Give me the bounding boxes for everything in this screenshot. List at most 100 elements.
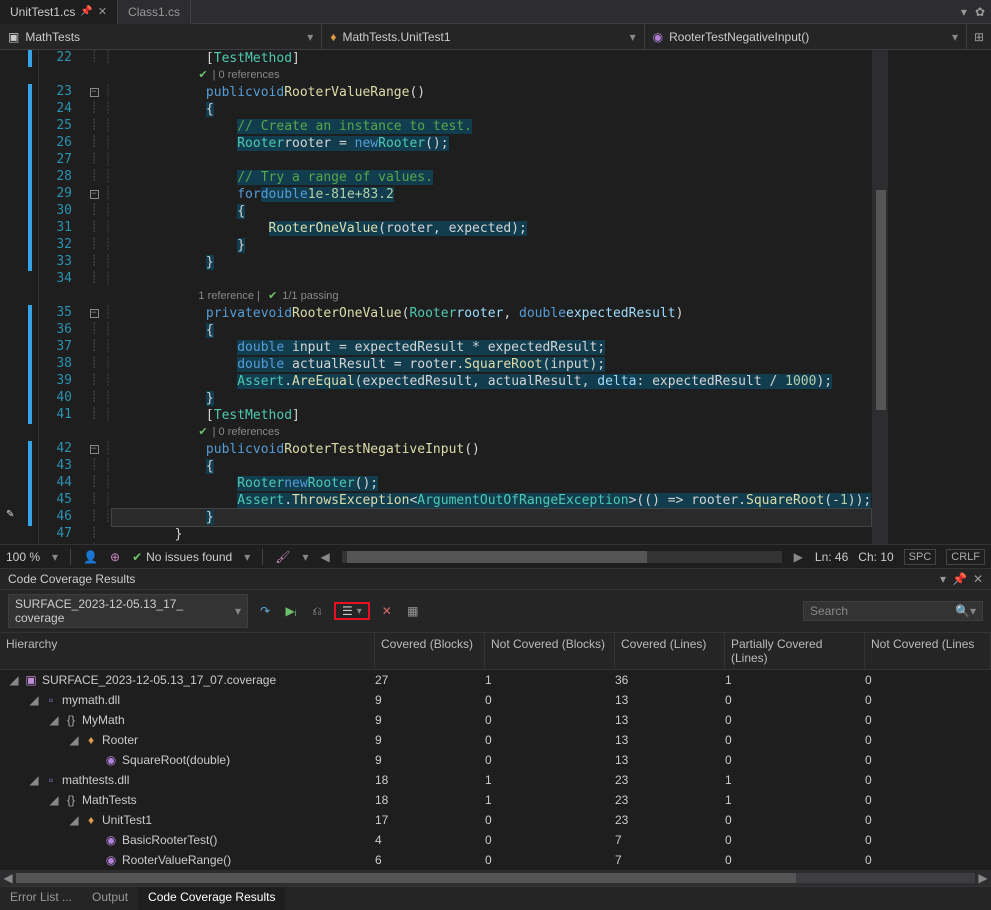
nav-bar: ▣ MathTests ▾ ♦ MathTests.UnitTest1 ▾ ◉ … (0, 24, 991, 50)
cell: 23 (615, 793, 725, 807)
table-row[interactable]: ◢▫mathtests.dll1812310 (0, 770, 991, 790)
row-name: mymath.dll (62, 693, 120, 707)
cell: 0 (485, 713, 615, 727)
split-icon[interactable]: ⊞ (967, 24, 991, 49)
cell: 1 (725, 673, 865, 687)
table-row[interactable]: ◉SquareRoot(double)901300 (0, 750, 991, 770)
cell: 18 (375, 773, 485, 787)
nav-method-dd[interactable]: ◉ RooterTestNegativeInput() ▾ (645, 24, 967, 49)
nav-class-dd[interactable]: ♦ MathTests.UnitTest1 ▾ (322, 24, 644, 49)
col-not-covered-lines[interactable]: Not Covered (Lines (865, 633, 991, 669)
cell: 6 (375, 853, 485, 867)
brush-icon[interactable]: 🖌 (275, 550, 290, 564)
row-name: SURFACE_2023-12-05.13_17_07.coverage (42, 673, 276, 687)
highlighted-toolbar-button[interactable]: ☰ ▾ (334, 602, 370, 620)
expand-icon[interactable]: ◢ (48, 793, 60, 807)
expand-icon[interactable]: ◢ (8, 673, 20, 687)
pin-icon[interactable]: 📌 (952, 572, 967, 586)
tab-label: UnitTest1.cs (10, 5, 75, 19)
export-icon[interactable]: ▶ᵢ (282, 602, 300, 620)
char-indicator[interactable]: Ch: 10 (858, 550, 893, 564)
tab-class1[interactable]: Class1.cs (118, 0, 191, 24)
nav-project-label: MathTests (25, 30, 80, 44)
bottom-tabs: Error List ... Output Code Coverage Resu… (0, 886, 991, 910)
table-row[interactable]: ◉RooterValueRange()60700 (0, 850, 991, 870)
cell: 0 (865, 673, 991, 687)
tab-code-coverage[interactable]: Code Coverage Results (138, 887, 285, 910)
tab-label: Class1.cs (128, 5, 180, 19)
cell: 0 (725, 813, 865, 827)
spaces-indicator[interactable]: SPC (904, 549, 937, 565)
line-indicator[interactable]: Ln: 46 (815, 550, 848, 564)
delete-icon[interactable]: ✕ (378, 602, 396, 620)
col-covered-lines[interactable]: Covered (Lines) (615, 633, 725, 669)
table-row[interactable]: ◢▫mymath.dll901300 (0, 690, 991, 710)
panel-scrollbar[interactable]: ◀ ▶ (0, 870, 991, 886)
col-not-covered-blocks[interactable]: Not Covered (Blocks) (485, 633, 615, 669)
cell: 1 (485, 673, 615, 687)
expand-icon[interactable]: ◢ (68, 813, 80, 827)
arrow-left-icon[interactable]: ◀ (321, 550, 330, 564)
crlf-indicator[interactable]: CRLF (946, 549, 985, 565)
table-row[interactable]: ◢♦Rooter901300 (0, 730, 991, 750)
health-icon[interactable]: ⊕ (110, 550, 120, 564)
cell: 7 (615, 853, 725, 867)
cell: 9 (375, 733, 485, 747)
no-issues[interactable]: ✔No issues found (132, 550, 232, 564)
close-icon[interactable]: ✕ (973, 572, 983, 586)
gear-icon[interactable]: ✿ (975, 5, 985, 19)
cell: 0 (865, 833, 991, 847)
col-covered-blocks[interactable]: Covered (Blocks) (375, 633, 485, 669)
row-name: mathtests.dll (62, 773, 129, 787)
cell: 17 (375, 813, 485, 827)
table-row[interactable]: ◉BasicRooterTest()40700 (0, 830, 991, 850)
coverage-file-dd[interactable]: SURFACE_2023-12-05.13_17_ coverage ▾ (8, 594, 248, 628)
nav-class-label: MathTests.UnitTest1 (342, 30, 450, 44)
cell: 1 (485, 793, 615, 807)
cell: 23 (615, 773, 725, 787)
chevron-down-icon[interactable]: ▾ (970, 604, 976, 618)
table-row[interactable]: ◢♦UnitTest11702300 (0, 810, 991, 830)
cell: 0 (485, 733, 615, 747)
cell: 1 (725, 793, 865, 807)
class-icon: ♦ (330, 30, 336, 44)
merge-icon[interactable]: ⎌ (308, 602, 326, 620)
scrollbar-horizontal[interactable] (342, 551, 782, 563)
overflow-icon[interactable]: ▾ (961, 5, 967, 19)
chevron-down-icon[interactable]: ▾ (52, 550, 58, 564)
expand-icon[interactable]: ◢ (68, 733, 80, 747)
scroll-thumb[interactable] (876, 190, 886, 410)
nav-project-dd[interactable]: ▣ MathTests ▾ (0, 24, 322, 49)
tab-error-list[interactable]: Error List ... (0, 887, 82, 910)
pin-icon[interactable]: 📌 (80, 6, 92, 17)
chevron-down-icon: ▾ (307, 30, 313, 44)
dropdown-icon[interactable]: ▾ (940, 572, 946, 586)
expand-icon[interactable]: ◢ (28, 693, 40, 707)
zoom-level[interactable]: 100 % (6, 550, 40, 564)
col-hierarchy[interactable]: Hierarchy (0, 633, 375, 669)
table-row[interactable]: ◢{}MathTests1812310 (0, 790, 991, 810)
tab-output[interactable]: Output (82, 887, 138, 910)
method-icon: ◉ (653, 30, 663, 44)
table-row[interactable]: ◢{}MyMath901300 (0, 710, 991, 730)
col-partial-lines[interactable]: Partially Covered (Lines) (725, 633, 865, 669)
scrollbar-vertical[interactable] (872, 50, 888, 544)
columns-icon[interactable]: ▦ (404, 602, 422, 620)
close-icon[interactable]: ✕ (98, 5, 107, 18)
expand-icon[interactable]: ◢ (28, 773, 40, 787)
editor[interactable]: 22┊┊ [TestMethod]✔ | 0 references23−┊ pu… (0, 50, 991, 544)
table-row[interactable]: ◢▣SURFACE_2023-12-05.13_17_07.coverage27… (0, 670, 991, 690)
cell: 9 (375, 713, 485, 727)
error-icon[interactable]: 👤 (83, 550, 98, 564)
import-icon[interactable]: ↷ (256, 602, 274, 620)
tab-unittest1[interactable]: UnitTest1.cs 📌 ✕ (0, 0, 118, 24)
expand-icon[interactable]: ◢ (48, 713, 60, 727)
arrow-right-icon[interactable]: ▶ (794, 550, 803, 564)
cell: 23 (615, 813, 725, 827)
search-input[interactable]: Search 🔍 ▾ (803, 601, 983, 621)
cell: 9 (375, 753, 485, 767)
coverage-file-label: SURFACE_2023-12-05.13_17_ coverage (15, 597, 235, 625)
grid-body[interactable]: ◢▣SURFACE_2023-12-05.13_17_07.coverage27… (0, 670, 991, 870)
cell: 0 (865, 773, 991, 787)
list-icon: ☰ (342, 604, 353, 618)
